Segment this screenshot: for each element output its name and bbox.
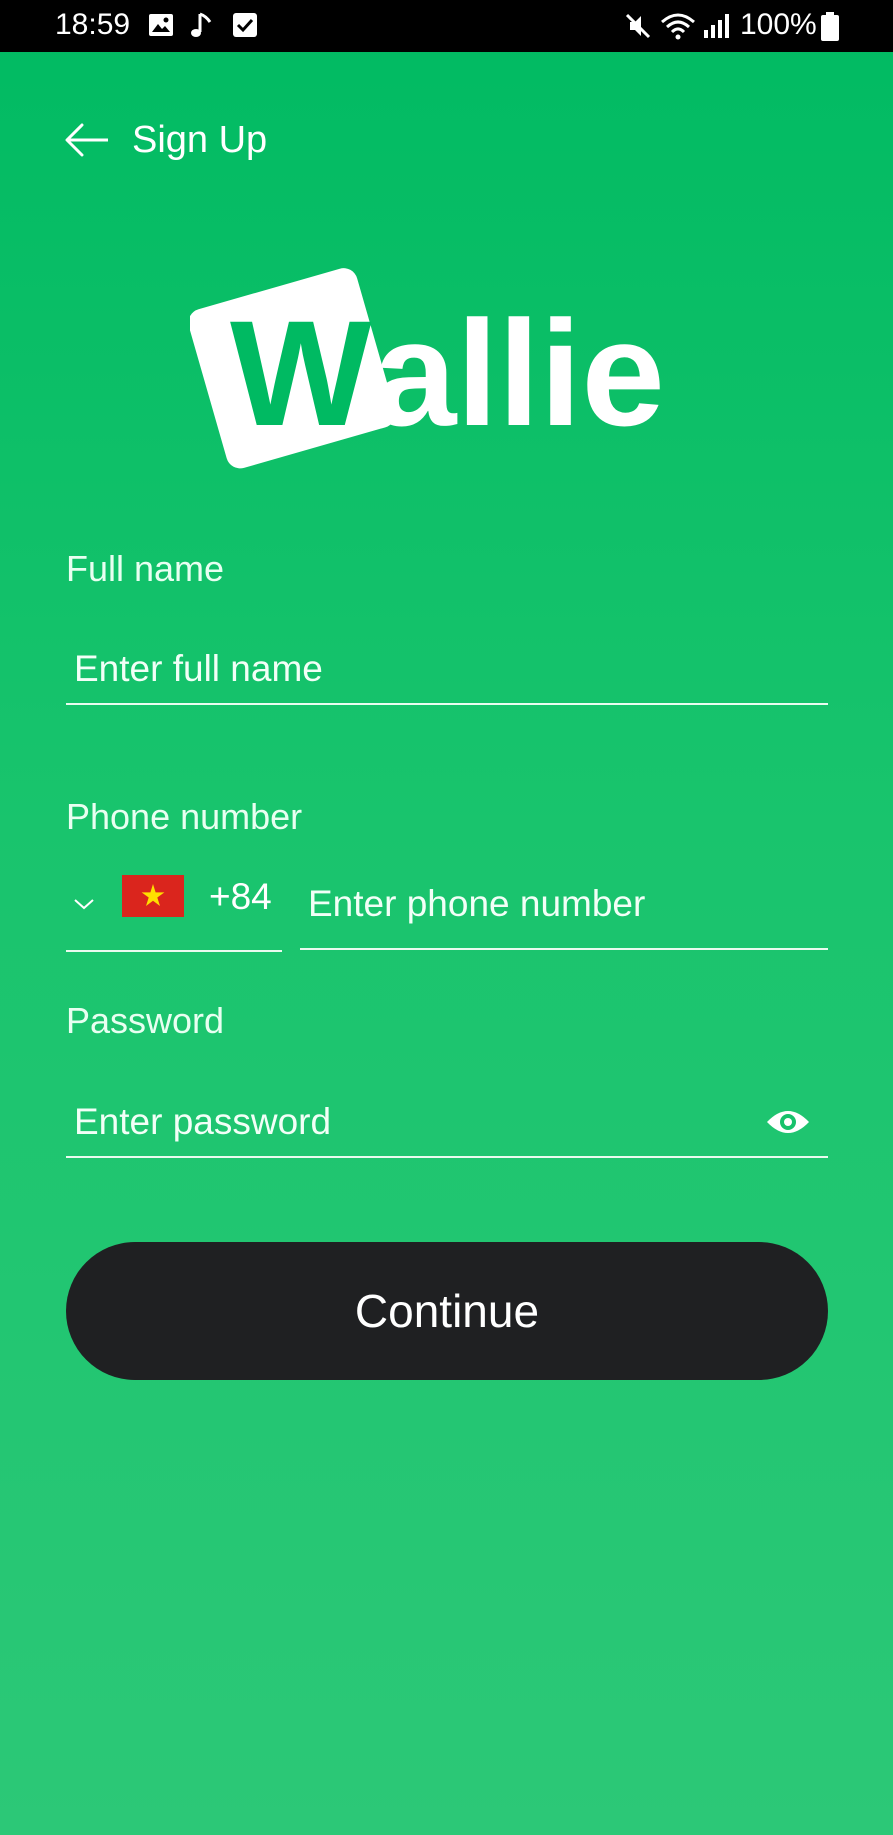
battery-icon	[821, 12, 839, 41]
page-title: Sign Up	[132, 118, 268, 161]
country-code-picker[interactable]: +84	[66, 860, 282, 952]
full-name-input[interactable]	[66, 635, 828, 705]
signal-icon	[704, 14, 729, 38]
phone-number-label: Phone number	[66, 796, 303, 837]
eye-icon[interactable]	[765, 1102, 811, 1142]
header: Sign Up	[64, 110, 267, 170]
dial-code: +84	[209, 876, 272, 917]
phone-number-input[interactable]	[300, 860, 828, 950]
full-name-label: Full name	[66, 548, 225, 589]
arrow-left-icon[interactable]	[64, 120, 110, 160]
status-time: 18:59	[55, 8, 131, 41]
battery-percentage: 100%	[740, 8, 817, 41]
continue-button[interactable]: Continue	[66, 1242, 828, 1380]
image-icon	[149, 14, 173, 36]
music-note-icon	[191, 12, 212, 37]
svg-text:allie: allie	[373, 289, 665, 457]
wifi-icon	[661, 13, 695, 40]
password-label: Password	[66, 1000, 225, 1041]
checkbox-icon	[233, 13, 257, 37]
vietnam-flag-icon	[122, 875, 184, 917]
wallie-logo: W allie	[190, 268, 665, 469]
mute-icon	[625, 13, 651, 39]
chevron-down-icon	[74, 899, 94, 910]
sign-up-screen: 18:59 100% Sign Up W allie Full name Ent…	[0, 0, 893, 1835]
password-input[interactable]	[66, 1088, 828, 1158]
status-bar: 18:59 100%	[0, 0, 893, 52]
svg-text:W: W	[230, 289, 372, 457]
